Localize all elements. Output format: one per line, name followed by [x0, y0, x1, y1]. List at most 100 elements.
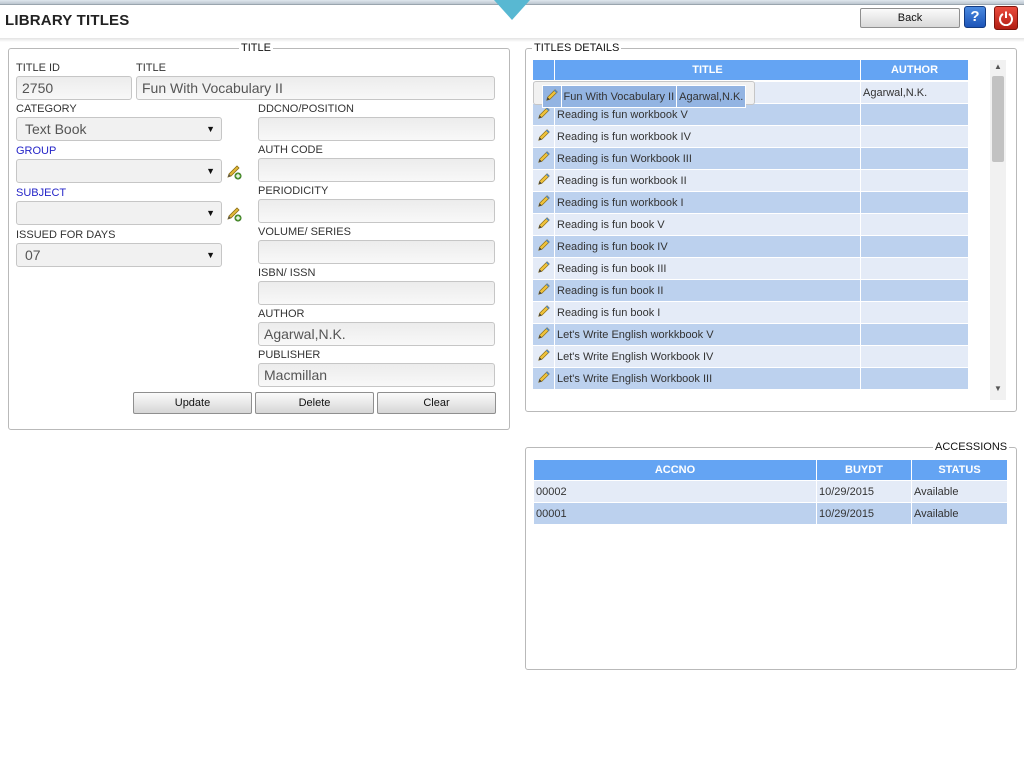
pencil-icon[interactable] [537, 173, 551, 189]
clear-button[interactable]: Clear [377, 392, 496, 414]
status-cell: Available [911, 480, 1008, 503]
edit-row-cell[interactable] [532, 323, 555, 346]
accno-column-header[interactable]: ACCNO [533, 459, 817, 481]
accessions-table: ACCNO BUYDT STATUS 00002 10/29/2015 Avai… [533, 459, 1008, 525]
collapse-tab[interactable] [494, 0, 530, 20]
power-icon[interactable] [994, 6, 1018, 30]
group-select[interactable]: ▼ [16, 159, 222, 183]
author-cell: Agarwal,N.K. [676, 85, 747, 108]
publisher-field[interactable]: Macmillan [258, 363, 495, 387]
isbn-field[interactable] [258, 281, 495, 305]
edit-row-cell[interactable] [532, 279, 555, 302]
edit-row-cell[interactable] [532, 301, 555, 324]
edit-row-cell[interactable] [532, 169, 555, 192]
status-column-header[interactable]: STATUS [911, 459, 1008, 481]
author-column-header[interactable]: AUTHOR [860, 59, 968, 81]
auth-code-field[interactable] [258, 158, 495, 182]
pencil-icon[interactable] [537, 239, 551, 255]
volume-series-field[interactable] [258, 240, 495, 264]
subject-select[interactable]: ▼ [16, 201, 222, 225]
accessions-header-row: ACCNO BUYDT STATUS [533, 459, 1008, 481]
table-row[interactable]: Let's Write English Workbook III [532, 367, 968, 390]
pencil-icon[interactable] [537, 217, 551, 233]
pencil-icon[interactable] [537, 151, 551, 167]
edit-row-cell[interactable] [532, 213, 555, 236]
pencil-icon[interactable] [537, 195, 551, 211]
pencil-icon[interactable] [537, 261, 551, 277]
ddcno-label: DDCNO/POSITION [258, 103, 354, 115]
accno-cell: 00001 [533, 502, 817, 525]
title-column-header[interactable]: TITLE [554, 59, 861, 81]
buydt-column-header[interactable]: BUYDT [816, 459, 912, 481]
edit-row-cell[interactable] [532, 257, 555, 280]
titles-details-legend: TITLES DETAILS [534, 42, 620, 54]
title-label: TITLE [136, 62, 166, 74]
table-row[interactable]: 00001 10/29/2015 Available [533, 502, 1008, 525]
scroll-down-icon[interactable]: ▼ [990, 384, 1006, 398]
table-row[interactable]: Reading is fun book IV [532, 235, 968, 258]
edit-row-cell[interactable] [532, 147, 555, 170]
table-row[interactable]: Reading is fun book III [532, 257, 968, 280]
titles-table: TITLE AUTHOR Fun With Vocabulary II Agarw… [532, 59, 968, 390]
pencil-icon[interactable] [537, 349, 551, 365]
category-label: CATEGORY [16, 103, 77, 115]
title-cell: Reading is fun book II [554, 279, 861, 302]
table-row[interactable]: Let's Write English Workbook IV [532, 345, 968, 368]
author-field[interactable]: Agarwal,N.K. [258, 322, 495, 346]
update-button[interactable]: Update [133, 392, 252, 414]
table-row[interactable]: 00002 10/29/2015 Available [533, 480, 1008, 503]
pencil-icon[interactable] [537, 327, 551, 343]
author-cell [860, 125, 968, 148]
delete-button[interactable]: Delete [255, 392, 374, 414]
table-row[interactable]: Reading is fun workbook II [532, 169, 968, 192]
title-cell: Fun With Vocabulary II [560, 85, 678, 108]
pencil-icon[interactable] [537, 305, 551, 321]
pencil-icon[interactable] [545, 89, 559, 105]
title-cell: Reading is fun book IV [554, 235, 861, 258]
help-icon[interactable]: ? [964, 6, 986, 28]
pencil-add-icon[interactable] [226, 206, 242, 222]
periodicity-field[interactable] [258, 199, 495, 223]
scroll-up-icon[interactable]: ▲ [990, 62, 1006, 76]
title-cell: Reading is fun Workbook III [554, 147, 861, 170]
issued-days-select[interactable]: 07 ▼ [16, 243, 222, 267]
author-cell [860, 323, 968, 346]
table-row[interactable]: Reading is fun book II [532, 279, 968, 302]
edit-row-cell[interactable] [532, 345, 555, 368]
scroll-thumb[interactable] [992, 76, 1004, 162]
back-button[interactable]: Back [860, 8, 960, 28]
author-cell [860, 235, 968, 258]
table-row[interactable]: Reading is fun Workbook III [532, 147, 968, 170]
titles-scrollbar[interactable]: ▲ ▼ [990, 60, 1006, 400]
category-select[interactable]: Text Book ▼ [16, 117, 222, 141]
isbn-label: ISBN/ ISSN [258, 267, 316, 279]
edit-row-cell[interactable] [532, 367, 555, 390]
table-row[interactable]: Reading is fun workbook I [532, 191, 968, 214]
title-field[interactable]: Fun With Vocabulary II [136, 76, 495, 100]
table-row[interactable]: Let's Write English workkbook V [532, 323, 968, 346]
edit-row-cell[interactable] [532, 191, 555, 214]
title-id-field[interactable]: 2750 [16, 76, 132, 100]
pencil-icon[interactable] [537, 129, 551, 145]
issued-days-label: ISSUED FOR DAYS [16, 229, 116, 241]
subject-label[interactable]: SUBJECT [16, 187, 66, 199]
pencil-icon[interactable] [537, 283, 551, 299]
table-row[interactable]: Reading is fun workbook IV [532, 125, 968, 148]
edit-row-cell[interactable] [532, 125, 555, 148]
edit-row-cell[interactable] [541, 85, 562, 108]
auth-code-label: AUTH CODE [258, 144, 323, 156]
chevron-down-icon: ▼ [206, 250, 215, 260]
table-row[interactable]: Reading is fun book V [532, 213, 968, 236]
ddcno-field[interactable] [258, 117, 495, 141]
chevron-down-icon: ▼ [206, 124, 215, 134]
pencil-add-icon[interactable] [226, 164, 242, 180]
author-cell [860, 191, 968, 214]
table-row[interactable]: Reading is fun book I [532, 301, 968, 324]
pencil-icon[interactable] [537, 371, 551, 387]
table-row[interactable]: Fun With Vocabulary II Agarwal,N.K. [532, 81, 756, 108]
top-bar: LIBRARY TITLES Back ? [0, 0, 1024, 42]
edit-column-header [532, 59, 555, 81]
group-label[interactable]: GROUP [16, 145, 56, 157]
pencil-icon[interactable] [537, 107, 551, 123]
edit-row-cell[interactable] [532, 235, 555, 258]
